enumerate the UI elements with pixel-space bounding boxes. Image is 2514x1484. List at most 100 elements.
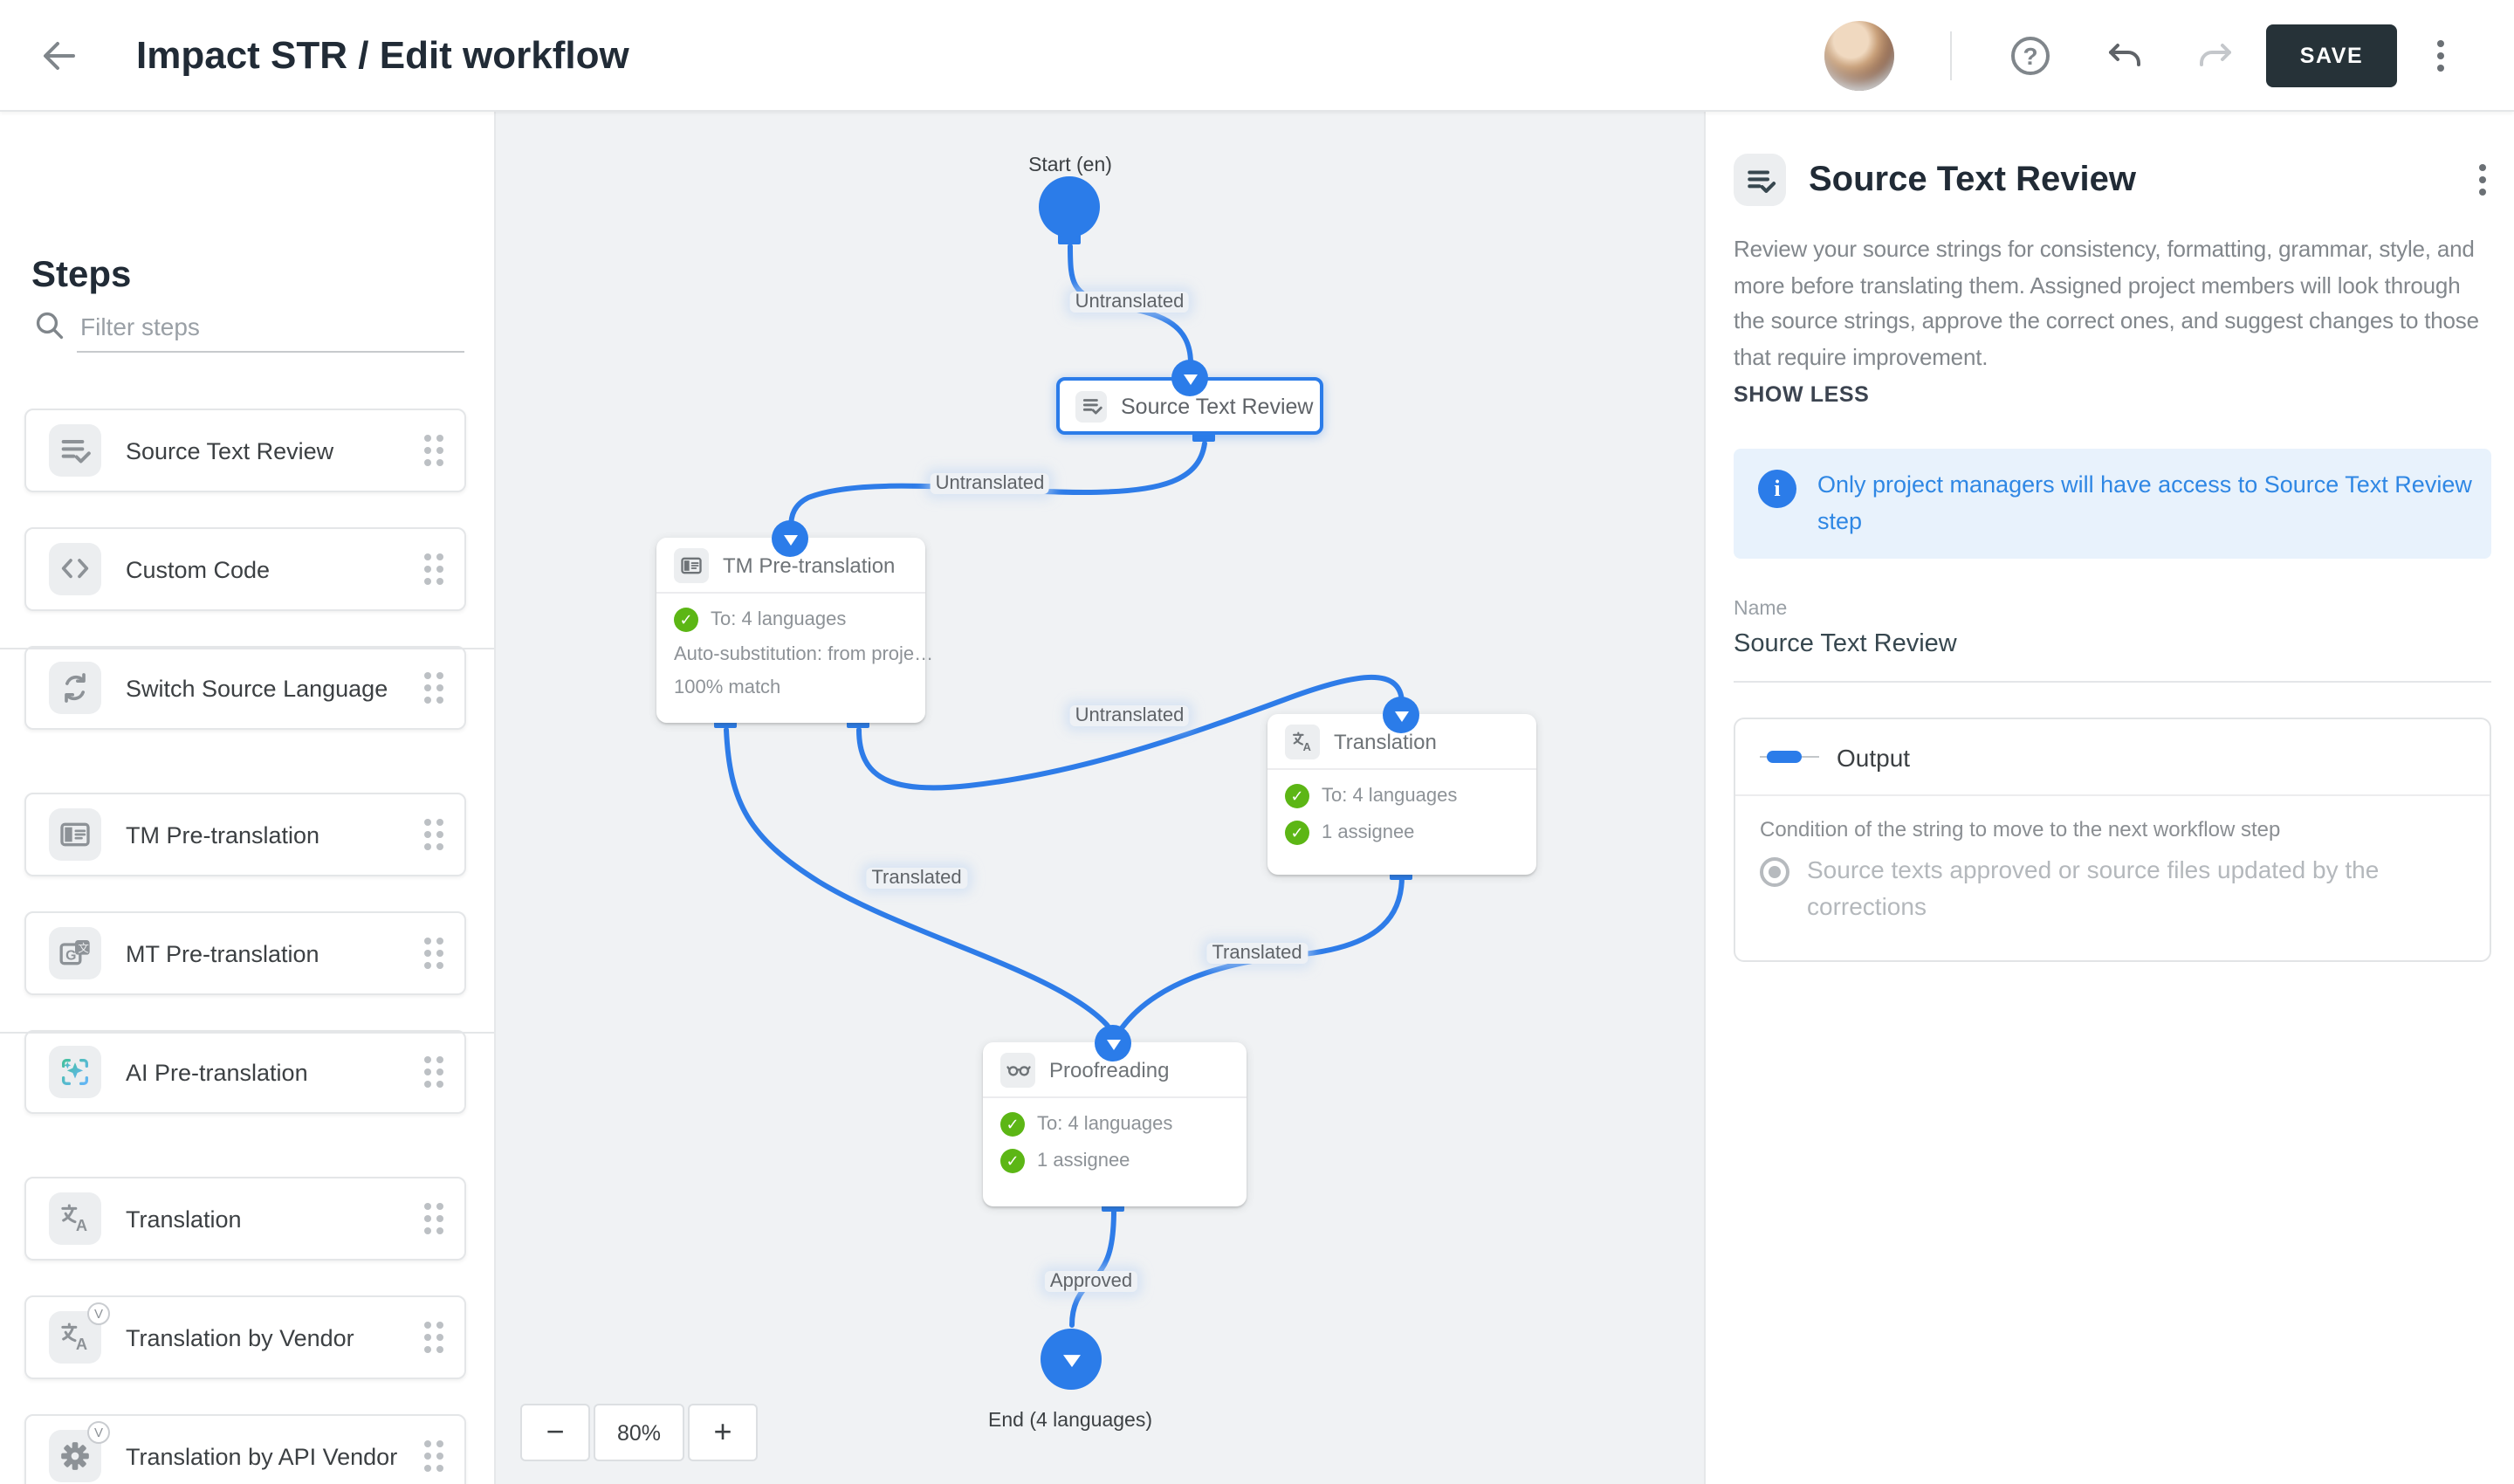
drag-handle-icon[interactable] — [424, 435, 443, 466]
sidebar-item-translation[interactable]: A Translation — [24, 1177, 466, 1261]
start-node[interactable] — [1039, 176, 1100, 237]
zoom-out-button[interactable]: − — [520, 1404, 590, 1461]
sidebar-group-divider — [0, 1032, 494, 1034]
vendor-badge: V — [87, 1302, 110, 1325]
sidebar-item-tm-pre-translation[interactable]: TM Pre-translation — [24, 793, 466, 876]
canvas-node-translation[interactable]: A Translation ✓To: 4 languages ✓1 assign… — [1267, 714, 1536, 875]
end-node[interactable] — [1041, 1329, 1102, 1390]
help-icon[interactable]: ? — [2011, 37, 2050, 75]
translate-icon: A — [49, 1192, 101, 1245]
drag-handle-icon[interactable] — [424, 1322, 443, 1353]
translation-memory-icon — [674, 547, 709, 582]
output-title: Output — [1837, 743, 1910, 771]
sidebar-item-mt-pre-translation[interactable]: G文 MT Pre-translation — [24, 911, 466, 995]
avatar[interactable] — [1824, 21, 1894, 91]
node-row-text: To: 4 languages — [1037, 1114, 1172, 1135]
translation-memory-icon — [49, 808, 101, 861]
output-card: Output Condition of the string to move t… — [1734, 718, 2491, 962]
zoom-level: 80% — [594, 1404, 684, 1461]
node-title: Source Text Review — [1121, 394, 1314, 418]
node-row-text: To: 4 languages — [1322, 786, 1457, 807]
output-radio[interactable] — [1760, 857, 1789, 887]
step-details-panel: Source Text Review Review your source st… — [1704, 112, 2514, 1484]
header-divider — [1950, 31, 1952, 80]
back-arrow-icon[interactable] — [38, 35, 80, 77]
step-description: Review your source strings for consisten… — [1734, 232, 2491, 375]
show-less-link[interactable]: SHOW LESS — [1734, 382, 1869, 407]
info-banner: i Only project managers will have access… — [1734, 449, 2491, 559]
sidebar-item-translation-by-vendor[interactable]: A V Translation by Vendor — [24, 1295, 466, 1379]
edge-label: Untranslated — [1070, 292, 1190, 313]
sidebar-item-translation-by-api-vendor[interactable]: V Translation by API Vendor — [24, 1414, 466, 1484]
machine-translate-icon: G文 — [49, 927, 101, 979]
panel-title: Source Text Review — [1809, 160, 2136, 200]
step-label: AI Pre-translation — [126, 1059, 308, 1085]
check-icon: ✓ — [1285, 821, 1309, 845]
canvas-node-proofreading[interactable]: Proofreading ✓To: 4 languages ✓1 assigne… — [983, 1042, 1247, 1206]
drag-handle-icon[interactable] — [424, 1440, 443, 1472]
zoom-in-button[interactable]: + — [688, 1404, 758, 1461]
header-kebab-icon[interactable] — [2437, 40, 2444, 72]
edge-arrowhead — [772, 520, 808, 557]
step-label: Translation by Vendor — [126, 1324, 354, 1350]
sidebar-item-source-text-review[interactable]: Source Text Review — [24, 409, 466, 492]
name-field-value[interactable]: Source Text Review — [1734, 630, 2491, 683]
drag-handle-icon[interactable] — [424, 672, 443, 704]
drag-handle-icon[interactable] — [424, 553, 443, 585]
undo-icon[interactable] — [2104, 37, 2146, 87]
panel-kebab-icon[interactable] — [2479, 164, 2486, 196]
start-node-label: Start (en) — [1028, 155, 1112, 176]
panel-header: Source Text Review — [1734, 154, 2136, 206]
step-label: Translation by API Vendor — [126, 1443, 397, 1469]
sidebar-item-ai-pre-translation[interactable]: AI Pre-translation — [24, 1030, 466, 1114]
edge-label: Translated — [866, 868, 966, 889]
drag-handle-icon[interactable] — [424, 1056, 443, 1088]
source-text-review-icon — [1075, 390, 1107, 422]
svg-text:A: A — [1303, 739, 1311, 752]
node-title: Translation — [1334, 729, 1437, 753]
sync-icon — [49, 662, 101, 714]
check-icon: ✓ — [1000, 1112, 1025, 1137]
edge-label: Approved — [1045, 1271, 1137, 1292]
ai-sparkle-icon — [49, 1046, 101, 1098]
save-button[interactable]: SAVE — [2266, 24, 2397, 87]
drag-handle-icon[interactable] — [424, 938, 443, 969]
svg-text:A: A — [76, 1335, 87, 1353]
sidebar-item-switch-source-language[interactable]: Switch Source Language — [24, 646, 466, 730]
output-card-header: Output — [1735, 719, 2490, 796]
code-icon — [49, 543, 101, 595]
search-icon — [35, 311, 65, 340]
drag-handle-icon[interactable] — [424, 819, 443, 850]
filter-steps-field — [35, 300, 468, 360]
node-row-text: 1 assignee — [1037, 1151, 1130, 1171]
step-label: MT Pre-translation — [126, 940, 319, 966]
svg-text:文: 文 — [78, 941, 89, 954]
source-text-review-icon — [49, 424, 101, 477]
node-row-text: 1 assignee — [1322, 822, 1414, 843]
step-label: Custom Code — [126, 556, 270, 582]
step-label: Translation — [126, 1206, 242, 1232]
node-row-text: Auto-substitution: from proje… — [674, 644, 933, 665]
sidebar-item-custom-code[interactable]: Custom Code — [24, 527, 466, 611]
info-banner-text: Only project managers will have access t… — [1817, 466, 2472, 539]
edge-arrowhead — [1095, 1025, 1131, 1061]
gear-icon: V — [49, 1430, 101, 1482]
output-connector-icon — [1760, 746, 1819, 767]
workflow-canvas[interactable]: Start (en) End (4 languages) Untranslate… — [494, 112, 1704, 1484]
info-icon: i — [1758, 470, 1796, 508]
steps-sidebar: Steps Source Text Review Custom Code Swi… — [0, 112, 494, 1484]
source-text-review-icon — [1734, 154, 1786, 206]
glasses-icon — [1000, 1052, 1035, 1087]
filter-steps-input[interactable] — [77, 300, 464, 353]
node-row-text: 100% match — [674, 677, 780, 698]
page-title: Impact STR / Edit workflow — [136, 33, 629, 79]
edge-label: Untranslated — [931, 473, 1050, 494]
translate-icon: A V — [49, 1311, 101, 1364]
step-label: Switch Source Language — [126, 675, 388, 701]
redo-icon[interactable] — [2195, 37, 2236, 87]
translate-icon: A — [1285, 724, 1320, 759]
drag-handle-icon[interactable] — [424, 1203, 443, 1234]
app: Impact STR / Edit workflow ? SAVE Steps … — [0, 0, 2514, 1484]
canvas-node-tm-pre-translation[interactable]: TM Pre-translation ✓To: 4 languages Auto… — [656, 538, 925, 723]
output-option-label: Source texts approved or source files up… — [1807, 852, 2453, 925]
